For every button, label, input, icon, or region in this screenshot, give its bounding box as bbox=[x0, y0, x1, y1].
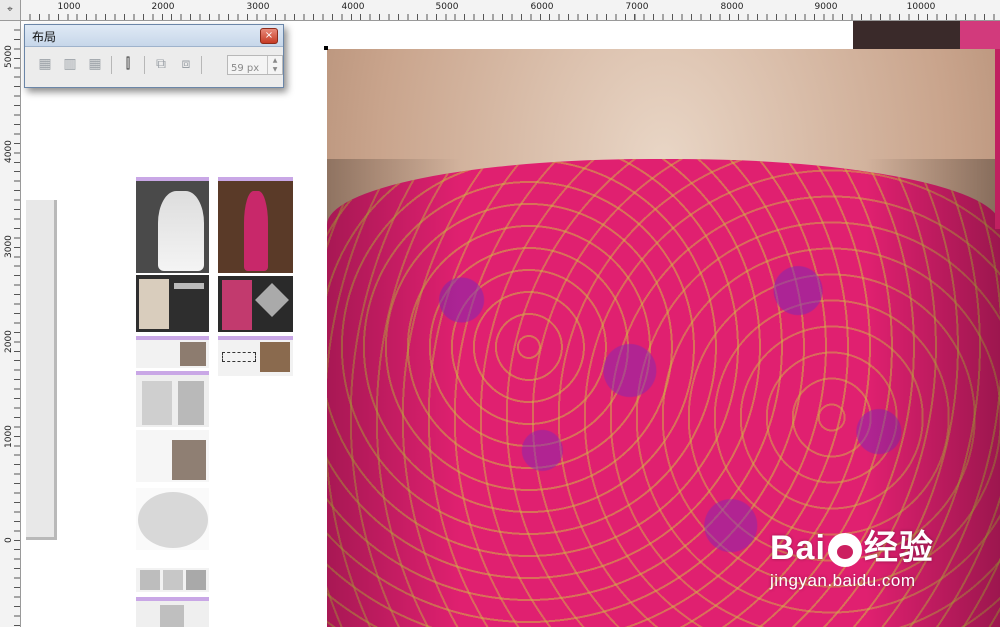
ruler-ticks bbox=[14, 20, 20, 627]
align-right-icon[interactable]: ⧈ bbox=[176, 54, 196, 74]
spacing-input[interactable] bbox=[228, 60, 265, 77]
ruler-top-label: 3000 bbox=[246, 2, 270, 12]
thumbnail-image[interactable] bbox=[218, 177, 293, 273]
thumbnail-image[interactable] bbox=[136, 371, 209, 427]
ruler-left-label: 2000 bbox=[4, 330, 14, 353]
ruler-top-label: 5000 bbox=[435, 2, 459, 12]
thumbnail-image[interactable] bbox=[136, 430, 209, 482]
ruler-top-label: 2000 bbox=[151, 2, 175, 12]
thumbnail-image[interactable] bbox=[136, 177, 209, 273]
ruler-top-label: 7000 bbox=[625, 2, 649, 12]
ruler-top[interactable]: 1000 2000 3000 4000 5000 6000 7000 8000 … bbox=[0, 0, 1000, 21]
ruler-left-label: 0 bbox=[4, 537, 14, 543]
partial-image[interactable] bbox=[995, 49, 1000, 229]
ruler-left-label: 5000 bbox=[4, 45, 14, 68]
thumbnail-image[interactable] bbox=[136, 488, 209, 550]
layout-toolbar-titlebar[interactable]: 布局 × bbox=[25, 25, 283, 47]
thumbnail-image[interactable] bbox=[218, 336, 293, 376]
ruler-left-label: 1000 bbox=[4, 425, 14, 448]
layout-toolbar-title: 布局 bbox=[32, 30, 57, 44]
ruler-top-label: 6000 bbox=[530, 2, 554, 12]
watermark-brand: Bai bbox=[770, 529, 826, 567]
watermark-url: jingyan.baidu.com bbox=[770, 571, 916, 590]
partial-image[interactable] bbox=[853, 21, 1000, 49]
baidu-watermark: Bai 经验 jingyan.baidu.com bbox=[770, 520, 934, 591]
close-button[interactable]: × bbox=[260, 28, 278, 44]
ruler-left[interactable]: 5000 4000 3000 2000 1000 0 bbox=[0, 20, 21, 627]
ruler-top-label: 1000 bbox=[57, 2, 81, 12]
paw-icon bbox=[827, 533, 862, 568]
thumbnail-image[interactable] bbox=[136, 336, 209, 368]
ruler-origin-icon[interactable]: ⌖ bbox=[0, 0, 21, 21]
ruler-top-label: 10000 bbox=[906, 2, 936, 12]
equal-spacing-icon[interactable]: ⫿ bbox=[118, 54, 138, 74]
ruler-top-label: 4000 bbox=[341, 2, 365, 12]
grid-layout-icon[interactable]: ▦ bbox=[35, 54, 55, 74]
columns-icon[interactable]: ▥ bbox=[60, 54, 80, 74]
thumbnail-image[interactable] bbox=[136, 568, 209, 592]
selection-handle[interactable] bbox=[324, 46, 328, 50]
page-frame bbox=[26, 200, 57, 540]
rows-icon[interactable]: ▦ bbox=[85, 54, 105, 74]
spacing-stepper[interactable]: ▲▼ bbox=[227, 55, 283, 77]
ruler-left-label: 4000 bbox=[4, 140, 14, 163]
layout-toolbar[interactable]: 布局 × ▦ ▥ ▦ ⫿ ⧉ ⧈ ▲▼ bbox=[24, 24, 284, 88]
thumbnail-image[interactable] bbox=[218, 276, 293, 332]
watermark-brand-cn: 经验 bbox=[863, 529, 934, 567]
ruler-left-label: 3000 bbox=[4, 235, 14, 258]
ruler-ticks bbox=[20, 14, 1000, 20]
align-left-icon[interactable]: ⧉ bbox=[151, 54, 171, 74]
ruler-top-label: 9000 bbox=[814, 2, 838, 12]
ruler-top-label: 8000 bbox=[720, 2, 744, 12]
thumbnail-image[interactable] bbox=[136, 275, 209, 332]
thumbnail-image[interactable] bbox=[136, 597, 209, 627]
spinner-arrows-icon[interactable]: ▲ ▼ bbox=[267, 56, 282, 74]
